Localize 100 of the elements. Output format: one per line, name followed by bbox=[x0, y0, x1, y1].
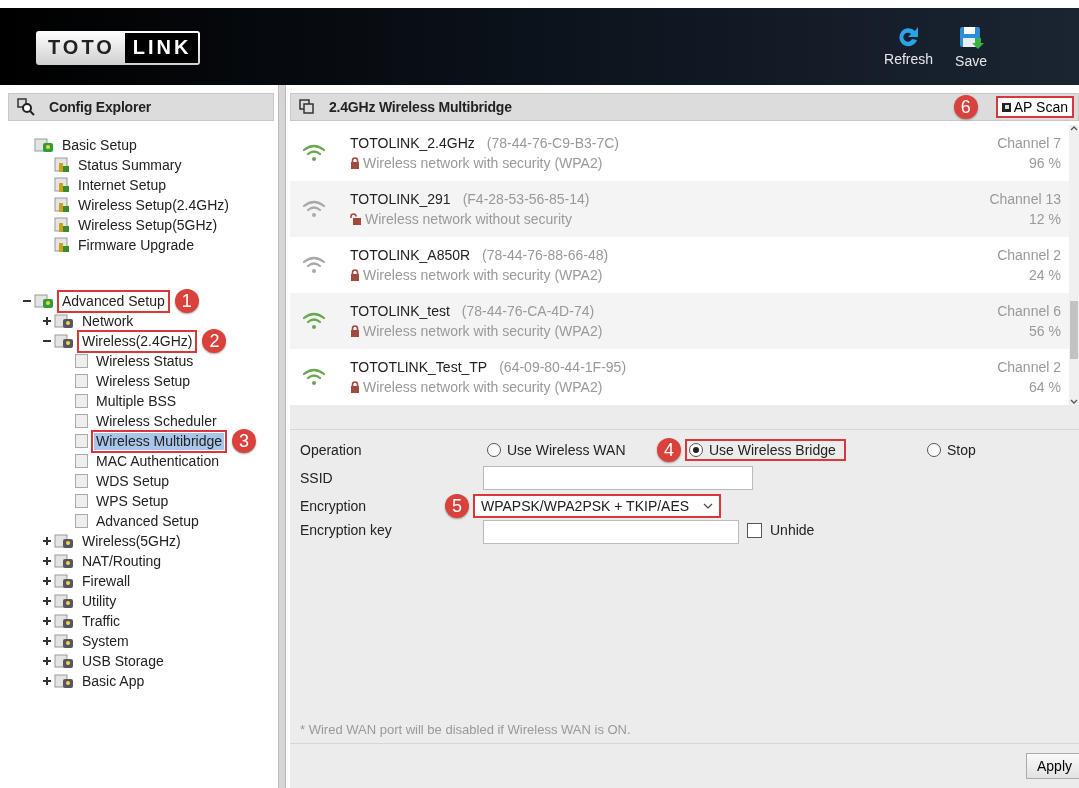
tree-item[interactable]: System bbox=[80, 632, 131, 650]
page-icon bbox=[74, 473, 90, 489]
tree-item[interactable]: Advanced Setup bbox=[60, 292, 167, 310]
channel-text: Channel 7 bbox=[997, 135, 1061, 151]
tree-item[interactable]: Basic App bbox=[80, 672, 147, 690]
footnote: * Wired WAN port will be disabled if Wireless WAN is ON. bbox=[300, 722, 632, 739]
callout-number: 2 bbox=[202, 329, 227, 353]
page-icon bbox=[74, 493, 90, 509]
tree-item[interactable]: Wireless Scheduler bbox=[94, 412, 219, 430]
expand-toggle[interactable] bbox=[43, 537, 51, 545]
collapse-toggle[interactable] bbox=[23, 297, 31, 305]
floppy-disk-icon bbox=[958, 24, 985, 51]
radio-option[interactable]: Use Wireless WAN bbox=[483, 439, 636, 461]
page-icon bbox=[74, 513, 90, 529]
scroll-up-icon[interactable] bbox=[1070, 125, 1078, 131]
tree-item[interactable]: Basic Setup bbox=[60, 136, 139, 154]
mac-address: (64-09-80-44-1F-95) bbox=[499, 359, 627, 375]
apply-button[interactable]: Apply bbox=[1025, 753, 1079, 779]
signal-percent: 12 % bbox=[1029, 211, 1061, 227]
radio-option[interactable]: Use Wireless Bridge bbox=[685, 439, 846, 461]
expand-toggle[interactable] bbox=[43, 597, 51, 605]
network-row[interactable]: TOTOLINK_291 (F4-28-53-56-85-14) Wireless network without security Channel 13 12 % bbox=[290, 181, 1069, 237]
field-label: SSID bbox=[300, 470, 334, 486]
folder-icon bbox=[54, 593, 76, 609]
page-icon bbox=[54, 217, 72, 233]
chevron-down-icon bbox=[703, 503, 714, 509]
channel-text: Channel 13 bbox=[989, 191, 1061, 207]
page-icon bbox=[74, 353, 90, 369]
unhide-checkbox[interactable]: Unhide bbox=[747, 522, 815, 538]
expand-toggle[interactable] bbox=[43, 677, 51, 685]
tree-item[interactable]: Network bbox=[80, 312, 136, 330]
expand-toggle[interactable] bbox=[43, 657, 51, 665]
tree-item[interactable]: Advanced Setup bbox=[94, 512, 201, 530]
tree-item[interactable]: Status Summary bbox=[76, 156, 184, 174]
tree-item[interactable]: MAC Authentication bbox=[94, 452, 221, 470]
network-name: TOTOLINK_2.4GHz bbox=[350, 135, 475, 151]
tree-item[interactable]: Wireless Setup(5GHz) bbox=[76, 216, 220, 234]
tree-item[interactable]: Firmware Upgrade bbox=[76, 236, 196, 254]
tree-item[interactable]: Firewall bbox=[80, 572, 133, 590]
mac-address: (78-44-76-88-66-48) bbox=[482, 247, 609, 263]
folder-icon bbox=[54, 653, 76, 669]
folder-icon bbox=[54, 633, 76, 649]
mac-address: (78-44-76-C9-B3-7C) bbox=[486, 135, 620, 151]
folder-icon bbox=[34, 293, 56, 309]
tree-item[interactable]: WPS Setup bbox=[94, 492, 171, 510]
folder-icon bbox=[54, 673, 76, 689]
channel-text: Channel 2 bbox=[997, 247, 1061, 263]
tree-item[interactable]: Wireless Multibridge bbox=[94, 432, 225, 450]
folder-icon bbox=[54, 313, 76, 329]
tree-item[interactable]: Wireless(2.4GHz) bbox=[80, 332, 195, 350]
expand-toggle[interactable] bbox=[43, 617, 51, 625]
page-icon bbox=[74, 433, 90, 449]
radio-option[interactable]: Stop bbox=[923, 439, 986, 461]
folder-icon bbox=[34, 137, 56, 153]
windows-icon bbox=[299, 99, 315, 115]
expand-toggle[interactable] bbox=[43, 577, 51, 585]
tree-item[interactable]: NAT/Routing bbox=[80, 552, 164, 570]
tree-item[interactable]: Wireless Setup bbox=[94, 372, 193, 390]
folder-icon bbox=[54, 613, 76, 629]
tree-item[interactable]: Multiple BSS bbox=[94, 392, 179, 410]
tree-item[interactable]: Wireless Status bbox=[94, 352, 196, 370]
ap-scan-button[interactable]: AP Scan bbox=[995, 96, 1074, 118]
callout-number: 4 bbox=[657, 438, 681, 462]
tree-item[interactable]: WDS Setup bbox=[94, 472, 172, 490]
security-text: Wireless network with security (WPA2) bbox=[363, 267, 603, 283]
security-text: Wireless network with security (WPA2) bbox=[363, 323, 603, 339]
field-label: Encryption bbox=[300, 498, 368, 514]
page-icon bbox=[74, 453, 90, 469]
tree-item[interactable]: Wireless(5GHz) bbox=[80, 532, 183, 550]
expand-toggle[interactable] bbox=[43, 557, 51, 565]
refresh-button[interactable]: Refresh bbox=[884, 24, 934, 69]
expand-toggle[interactable] bbox=[43, 637, 51, 645]
scrollbar-thumb[interactable] bbox=[1070, 301, 1078, 359]
page-icon bbox=[54, 157, 72, 173]
collapse-toggle[interactable] bbox=[43, 337, 51, 345]
search-icon bbox=[17, 98, 35, 116]
mac-address: (78-44-76-CA-4D-74) bbox=[461, 303, 595, 319]
ssid-field[interactable] bbox=[483, 466, 753, 490]
page-icon bbox=[74, 393, 90, 409]
network-name: TOTOLINK_291 bbox=[350, 191, 451, 207]
tree-item[interactable]: Internet Setup bbox=[76, 176, 168, 194]
page-icon bbox=[54, 177, 72, 193]
tree-item[interactable]: USB Storage bbox=[80, 652, 166, 670]
network-row[interactable]: TOTOLINK_test (78-44-76-CA-4D-74) Wireless network with security (WPA2) Channel 6 56 % bbox=[290, 293, 1069, 349]
signal-percent: 64 % bbox=[1029, 379, 1061, 395]
save-button[interactable]: Save bbox=[955, 24, 987, 69]
tree-item[interactable]: Wireless Setup(2.4GHz) bbox=[76, 196, 231, 214]
panel-title: Config Explorer bbox=[49, 99, 151, 115]
encryption-key-field[interactable] bbox=[483, 520, 739, 544]
encryption-dropdown[interactable]: WPAPSK/WPA2PSK + TKIP/AES bbox=[473, 494, 722, 518]
tree-item[interactable]: Utility bbox=[80, 592, 119, 610]
page-icon bbox=[74, 413, 90, 429]
panel-title: 2.4GHz Wireless Multibridge bbox=[329, 99, 513, 115]
expand-toggle[interactable] bbox=[43, 317, 51, 325]
tree-item[interactable]: Traffic bbox=[80, 612, 123, 630]
scrollbar[interactable] bbox=[1069, 125, 1079, 405]
scroll-down-icon[interactable] bbox=[1070, 399, 1078, 405]
folder-icon bbox=[54, 553, 76, 569]
signal-percent: 56 % bbox=[1029, 323, 1061, 339]
page-icon bbox=[54, 197, 72, 213]
